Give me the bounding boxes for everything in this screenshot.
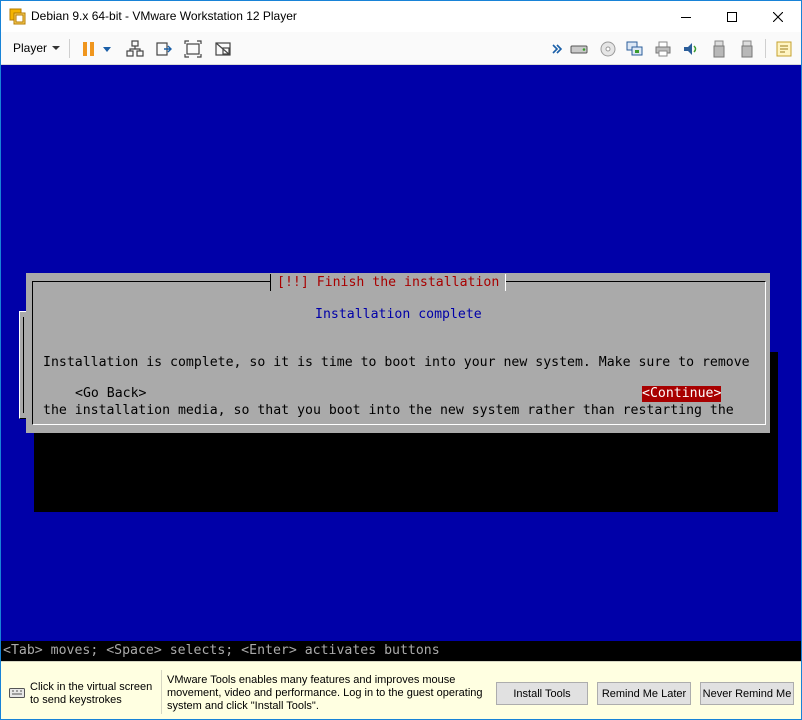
dialog-title: [!!] Finish the installation — [270, 274, 507, 291]
hard-disk-device[interactable] — [569, 39, 589, 59]
network-adapter-device[interactable] — [625, 39, 645, 59]
network-adapter-icon — [626, 41, 643, 56]
chevron-down-icon — [103, 46, 111, 52]
install-tools-button[interactable]: Install Tools — [496, 682, 588, 705]
power-dropdown-button[interactable] — [100, 39, 114, 59]
sound-icon — [684, 43, 697, 55]
usb-stick-icon — [713, 40, 725, 58]
printer-icon — [655, 41, 671, 57]
window-title: Debian 9.x 64-bit - VMware Workstation 1… — [31, 9, 297, 23]
chevron-down-icon — [52, 46, 61, 50]
usb-stick-icon — [741, 40, 753, 58]
send-ctrl-alt-del-button[interactable] — [125, 39, 145, 59]
vmware-tools-notification-bar: Click in the virtual screen to send keys… — [1, 661, 801, 719]
pause-icon — [83, 42, 94, 56]
network-computers-icon — [126, 40, 144, 57]
dialog-message-line: installation. — [43, 451, 147, 466]
never-remind-me-button[interactable]: Never Remind Me — [700, 682, 794, 705]
keyboard-hint: <Tab> moves; <Space> selects; <Enter> ac… — [3, 643, 440, 658]
player-menu-button[interactable]: Player — [7, 38, 66, 58]
close-icon — [773, 11, 783, 22]
dialog-message-line: the installation media, so that you boot… — [43, 403, 734, 418]
double-chevron-right-icon — [552, 44, 562, 54]
cd-icon — [600, 41, 616, 57]
hard-disk-icon — [570, 45, 588, 54]
finish-installation-dialog: [!!] Finish the installation Installatio… — [26, 273, 770, 466]
message-log-button[interactable] — [774, 39, 794, 59]
message-log-icon — [776, 41, 792, 57]
title-bar: Debian 9.x 64-bit - VMware Workstation 1… — [1, 1, 801, 32]
cd-dvd-device[interactable] — [598, 39, 618, 59]
dialog-subtitle: Installation complete — [315, 307, 482, 322]
full-screen-button[interactable] — [183, 39, 203, 59]
minimize-button[interactable] — [663, 1, 709, 32]
fullscreen-icon — [184, 40, 202, 58]
usb-device-1[interactable] — [709, 39, 729, 59]
sound-card-device[interactable] — [681, 39, 701, 59]
player-menu-label: Player — [13, 41, 48, 55]
notification-divider — [161, 670, 162, 714]
printer-device[interactable] — [653, 39, 673, 59]
usb-device-2[interactable] — [737, 39, 757, 59]
remind-me-later-button[interactable]: Remind Me Later — [597, 682, 691, 705]
vmware-app-icon — [9, 8, 26, 25]
dialog-message: Installation is complete, so it is time … — [43, 323, 763, 499]
exit-unity-button[interactable] — [213, 39, 233, 59]
go-back-button[interactable]: <Go Back> — [75, 386, 146, 402]
vmware-tools-message: VMware Tools enables many features and i… — [167, 674, 483, 712]
window-arrow-icon — [156, 42, 172, 56]
dialog-message-line: Installation is complete, so it is time … — [43, 355, 750, 370]
toolbar: Player — [1, 32, 801, 65]
maximize-button[interactable] — [709, 1, 755, 32]
continue-button[interactable]: <Continue> — [642, 386, 722, 402]
minimize-icon — [681, 16, 691, 18]
toolbar-divider — [69, 39, 70, 58]
pause-button[interactable] — [79, 39, 99, 59]
unity-button[interactable] — [154, 39, 174, 59]
close-button[interactable] — [755, 1, 801, 32]
vmware-player-window: Debian 9.x 64-bit - VMware Workstation 1… — [0, 0, 802, 720]
guest-screen[interactable]: [!!] Finish the installation Installatio… — [1, 65, 801, 661]
keyboard-mouse-icon — [9, 688, 25, 698]
devices-expand-button[interactable] — [550, 39, 564, 59]
toolbar-divider — [765, 39, 766, 58]
keystroke-hint-text: Click in the virtual screen to send keys… — [30, 681, 153, 706]
maximize-icon — [727, 11, 737, 22]
window-slash-icon — [215, 42, 231, 56]
